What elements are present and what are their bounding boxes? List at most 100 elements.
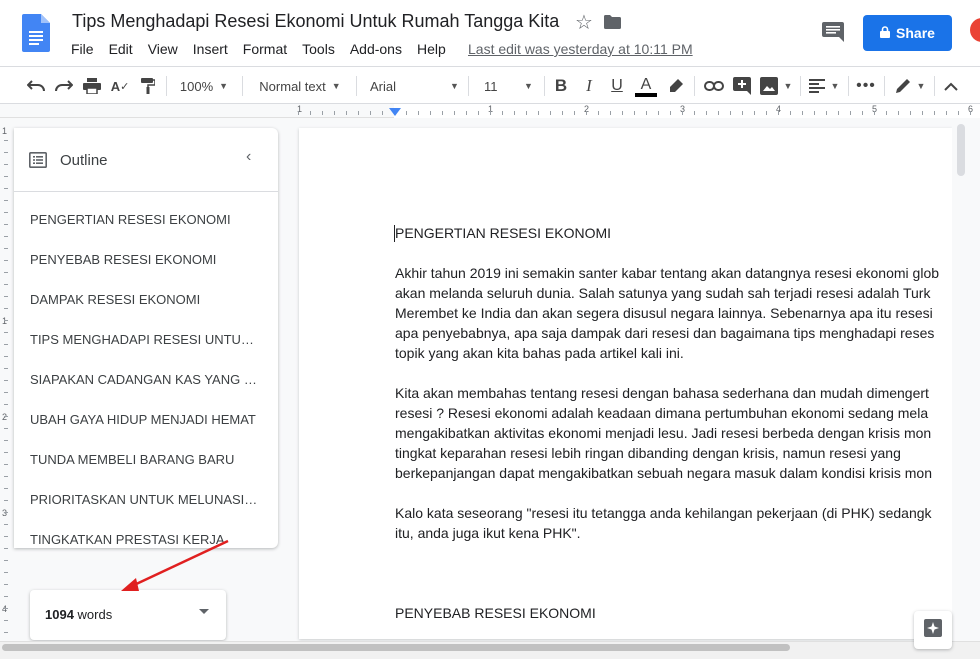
ruler-tick (766, 111, 767, 115)
ruler-tick (658, 111, 659, 115)
outline-item[interactable]: TINGKATKAN PRESTASI KERJA (30, 532, 258, 547)
horizontal-ruler[interactable]: 1 1 2 3 4 5 6 (0, 104, 980, 118)
toolbar-divider (934, 76, 935, 96)
document-body[interactable]: PENGERTIAN RESESI EKONOMI Akhir tahun 20… (395, 223, 952, 623)
outline-item[interactable]: UBAH GAYA HIDUP MENJADI HEMAT (30, 412, 258, 427)
ruler-tick (694, 111, 695, 115)
ruler-tick (418, 111, 419, 115)
menu-view[interactable]: View (148, 41, 178, 57)
italic-icon[interactable]: I (578, 67, 600, 105)
ruler-tick (490, 111, 491, 115)
highlight-color-icon[interactable] (664, 67, 688, 105)
align-icon[interactable]: ▼ (806, 67, 842, 105)
paint-format-icon[interactable] (136, 67, 160, 105)
text-color-icon[interactable]: A (634, 67, 658, 105)
toolbar-divider (694, 76, 695, 96)
text-line: berkepanjangan dapat mengakibatkan sebua… (395, 465, 932, 481)
undo-icon[interactable] (24, 67, 48, 105)
ruler-tick (430, 111, 431, 115)
toolbar-divider (800, 76, 801, 96)
menu-addons[interactable]: Add-ons (350, 41, 402, 57)
outline-item[interactable]: PRIORITASKAN UNTUK MELUNASI HUTANG (30, 492, 258, 507)
ruler-tick (4, 584, 8, 585)
font-family-value: Arial (370, 78, 397, 94)
ruler-tick (598, 111, 599, 115)
word-count-widget[interactable]: 1094 words (30, 590, 226, 640)
document-title[interactable]: Tips Menghadapi Resesi Ekonomi Untuk Rum… (72, 11, 559, 32)
last-edit-link[interactable]: Last edit was yesterday at 10:11 PM (468, 41, 693, 57)
print-icon[interactable] (80, 67, 104, 105)
word-count-number: 1094 (45, 607, 74, 622)
vertical-ruler[interactable]: 1 1 2 3 4 (0, 118, 14, 659)
menu-help[interactable]: Help (417, 41, 446, 57)
ruler-tick (334, 111, 335, 115)
explore-button[interactable] (914, 611, 952, 649)
text-cursor (394, 225, 395, 242)
text-line: Akhir tahun 2019 ini semakin santer kaba… (395, 265, 940, 281)
redo-icon[interactable] (52, 67, 76, 105)
document-page[interactable]: PENGERTIAN RESESI EKONOMI Akhir tahun 20… (299, 128, 952, 639)
folder-icon[interactable] (604, 15, 621, 29)
star-icon[interactable]: ☆ (575, 10, 593, 35)
chevron-down-icon: ▼ (916, 81, 926, 91)
paragraph-style-select[interactable]: Normal text ▼ (250, 67, 350, 105)
ruler-tick (622, 111, 623, 115)
ruler-tick (502, 111, 503, 115)
insert-link-icon[interactable] (702, 67, 726, 105)
close-outline-chevron-left-icon[interactable]: ‹ (246, 148, 251, 166)
ruler-tick (814, 111, 815, 115)
more-options-icon[interactable]: ••• (854, 67, 878, 105)
outline-item[interactable]: SIAPAKAN CADANGAN KAS YANG CUKUP (30, 372, 258, 387)
share-label: Share (896, 25, 935, 41)
insert-image-icon[interactable]: ▼ (758, 67, 794, 105)
text-line: mengakibatkan aktivitas ekonomi menjadi … (395, 425, 932, 441)
outline-item[interactable]: PENGERTIAN RESESI EKONOMI (30, 212, 258, 227)
font-size-select[interactable]: 11 ▼ (474, 67, 538, 105)
comment-history-icon[interactable] (822, 22, 844, 42)
text-line: Kalo kata seseorang "resesi itu tetangga… (395, 505, 932, 521)
menu-format[interactable]: Format (243, 41, 287, 57)
outline-item[interactable]: TIPS MENGHADAPI RESESI UNTUK RUMAH TANGG… (30, 332, 258, 347)
collapse-menus-icon[interactable] (940, 67, 962, 105)
chevron-down-icon: ▼ (524, 81, 533, 91)
bold-icon[interactable]: B (550, 67, 572, 105)
menu-bar: File Edit View Insert Format Tools Add-o… (71, 41, 461, 57)
ruler-tick (4, 440, 8, 441)
ruler-tick (4, 176, 8, 177)
outline-item[interactable]: TUNDA MEMBELI BARANG BARU (30, 452, 258, 467)
chevron-down-icon[interactable] (199, 609, 209, 614)
add-comment-icon[interactable] (730, 67, 754, 105)
font-family-select[interactable]: Arial ▼ (362, 67, 462, 105)
ruler-tick (4, 296, 8, 297)
zoom-select[interactable]: 100% ▼ (172, 67, 236, 105)
menu-edit[interactable]: Edit (109, 41, 133, 57)
toolbar: A ✓ 100% ▼ Normal text ▼ Arial ▼ 11 ▼ B I U A… (0, 66, 980, 104)
ruler-number: 1 (2, 316, 8, 326)
menu-insert[interactable]: Insert (193, 41, 228, 57)
vertical-scrollbar-thumb[interactable] (957, 124, 965, 176)
ruler-tick (4, 620, 8, 621)
indent-marker-icon[interactable] (389, 108, 401, 116)
vertical-scrollbar[interactable] (952, 118, 980, 641)
menu-tools[interactable]: Tools (302, 41, 335, 57)
editing-mode-icon[interactable]: ▼ (890, 67, 930, 105)
ruler-tick (382, 111, 383, 115)
menu-file[interactable]: File (71, 41, 94, 57)
toolbar-divider (468, 76, 469, 96)
text-line: Kita akan membahas tentang resesi dengan… (395, 385, 929, 401)
docs-logo-icon[interactable] (22, 14, 50, 52)
share-button[interactable]: Share (863, 15, 952, 51)
spellcheck-icon[interactable]: A ✓ (108, 67, 132, 105)
outline-item[interactable]: DAMPAK RESESI EKONOMI (30, 292, 258, 307)
ruler-tick (946, 111, 947, 115)
ruler-tick (958, 111, 959, 115)
ruler-tick (874, 111, 875, 115)
outline-item[interactable]: PENYEBAB RESESI EKONOMI (30, 252, 258, 267)
account-avatar[interactable] (970, 18, 980, 42)
ruler-tick (4, 188, 8, 189)
ruler-tick (4, 548, 8, 549)
horizontal-scrollbar-thumb[interactable] (2, 644, 790, 651)
ruler-number: 2 (2, 412, 8, 422)
chevron-down-icon: ▼ (783, 81, 793, 91)
underline-icon[interactable]: U (606, 67, 628, 105)
